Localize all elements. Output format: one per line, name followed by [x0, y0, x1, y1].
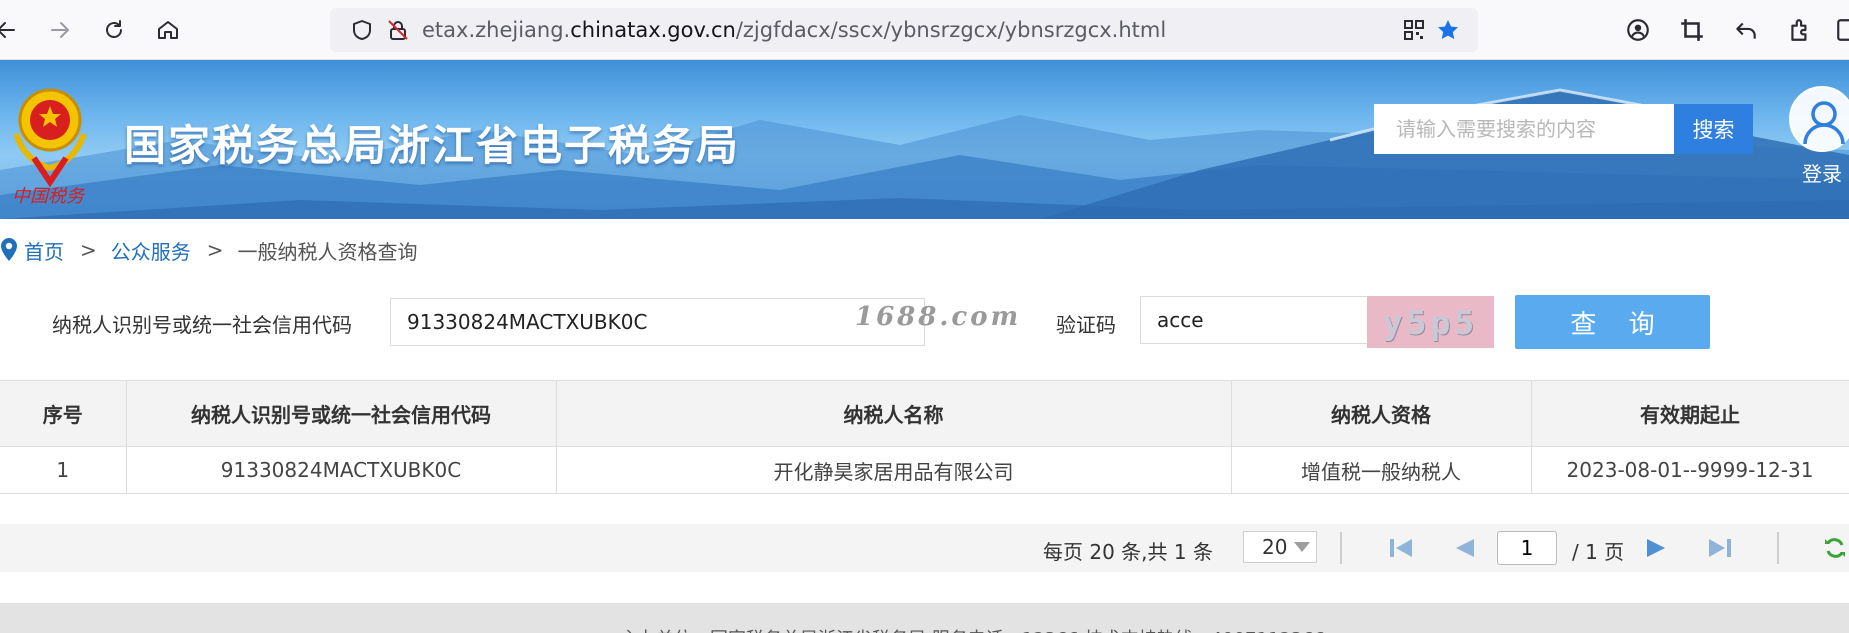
home-icon[interactable]: [148, 10, 188, 50]
captcha-image[interactable]: y5p5: [1367, 296, 1494, 348]
watermark-text: 1688.com: [855, 302, 1022, 332]
pagination-summary: 每页 20 条,共 1 条: [1043, 540, 1213, 564]
table-cell-taxpayer-name: 开化静昊家居用品有限公司: [556, 446, 1232, 494]
last-page-icon[interactable]: [1707, 536, 1733, 560]
footer-text: 主办单位：国家税务总局浙江省税务局 服务电话：12366 技术支持热线：4007…: [620, 625, 1325, 633]
taxpayer-id-input[interactable]: [390, 298, 925, 346]
login-link[interactable]: 登录: [1802, 158, 1842, 187]
table-cell-validity: 2023-08-01--9999-12-31: [1531, 446, 1849, 494]
forward-icon[interactable]: [40, 10, 80, 50]
url-text: etax.zhejiang.chinatax.gov.cn/zjgfdacx/s…: [422, 18, 1167, 42]
extensions-icon[interactable]: [1784, 14, 1816, 46]
breadcrumb-home[interactable]: 首页: [24, 236, 64, 265]
breadcrumb-separator: >: [206, 238, 224, 262]
results-table: 序号 纳税人识别号或统一社会信用代码 纳税人名称 纳税人资格 有效期起止 1 9…: [0, 380, 1849, 494]
menu-icon[interactable]: [1832, 14, 1849, 46]
captcha-input[interactable]: [1140, 296, 1368, 344]
chevron-down-icon: [1294, 542, 1310, 552]
next-page-icon[interactable]: [1643, 536, 1669, 560]
first-page-icon[interactable]: [1388, 536, 1414, 560]
breadcrumb: 首页 > 公众服务 > 一般纳税人资格查询: [0, 235, 418, 265]
screenshot-crop-icon[interactable]: [1676, 14, 1708, 46]
back-icon[interactable]: [0, 10, 26, 50]
user-avatar-icon[interactable]: [1789, 86, 1849, 152]
breadcrumb-current: 一般纳税人资格查询: [237, 239, 418, 264]
reload-icon[interactable]: [94, 10, 134, 50]
pager-divider: [1340, 532, 1342, 564]
location-pin-icon: [1, 238, 17, 261]
total-pages: / 1 页: [1572, 540, 1625, 564]
emblem-script-text: 中国税务: [12, 186, 86, 207]
table-cell-index: 1: [0, 446, 127, 494]
qr-code-icon[interactable]: [1402, 18, 1426, 42]
tax-emblem-logo: 中国税务: [4, 74, 96, 210]
taxpayer-id-label: 纳税人识别号或统一社会信用代码: [52, 313, 352, 337]
prev-page-icon[interactable]: [1452, 536, 1478, 560]
shield-icon[interactable]: [350, 18, 374, 42]
account-icon[interactable]: [1622, 14, 1654, 46]
breadcrumb-public-service[interactable]: 公众服务: [111, 236, 191, 265]
pager-divider: [1777, 532, 1779, 564]
breadcrumb-separator: >: [80, 238, 97, 262]
column-header: 纳税人名称: [556, 380, 1232, 447]
page-footer: 主办单位：国家税务总局浙江省税务局 服务电话：12366 技术支持热线：4007…: [0, 603, 1849, 633]
captcha-label: 验证码: [1056, 313, 1116, 337]
pagination-bar: 每页 20 条,共 1 条 20 / 1 页: [0, 524, 1849, 572]
query-button[interactable]: 查 询: [1515, 295, 1710, 349]
table-cell-qualification: 增值税一般纳税人: [1231, 446, 1532, 494]
column-header: 纳税人识别号或统一社会信用代码: [126, 380, 557, 447]
browser-toolbar: etax.zhejiang.chinatax.gov.cn/zjgfdacx/s…: [0, 0, 1849, 60]
page-size-value: 20: [1262, 535, 1288, 559]
table-cell-taxpayer-id: 91330824MACTXUBK0C: [126, 446, 557, 494]
refresh-icon[interactable]: [1822, 536, 1848, 560]
captcha-image-text: y5p5: [1382, 302, 1479, 342]
current-page-input[interactable]: [1497, 531, 1557, 565]
site-search-button[interactable]: 搜索: [1674, 104, 1753, 154]
column-header: 纳税人资格: [1231, 380, 1532, 447]
address-bar[interactable]: etax.zhejiang.chinatax.gov.cn/zjgfdacx/s…: [330, 8, 1478, 52]
table-header-row: 序号 纳税人识别号或统一社会信用代码 纳税人名称 纳税人资格 有效期起止: [0, 380, 1849, 447]
undo-icon[interactable]: [1730, 14, 1762, 46]
table-row: 1 91330824MACTXUBK0C 开化静昊家居用品有限公司 增值税一般纳…: [0, 446, 1849, 494]
page-size-select[interactable]: 20: [1243, 531, 1317, 563]
bookmark-star-icon[interactable]: [1436, 18, 1460, 42]
site-title: 国家税务总局浙江省电子税务局: [124, 121, 741, 170]
site-search-input[interactable]: [1374, 104, 1674, 154]
insecure-lock-icon[interactable]: [386, 18, 410, 42]
column-header: 序号: [0, 380, 127, 447]
column-header: 有效期起止: [1531, 380, 1849, 447]
